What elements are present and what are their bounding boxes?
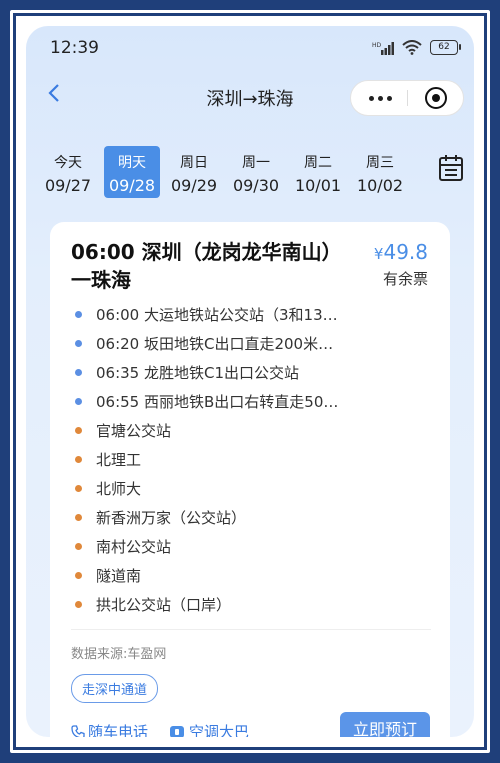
stop-text: 新香洲万家（公交站）: [96, 509, 247, 527]
boarding-dot-icon: [75, 369, 82, 376]
stop-item: 北理工: [75, 445, 415, 474]
stop-text: 06:00 大运地铁站公交站（3和13…: [96, 306, 338, 324]
battery-icon: 62: [430, 40, 461, 55]
date-tab-day: 周日: [180, 155, 208, 171]
date-tab-date: 10/01: [294, 176, 342, 195]
stop-item: 拱北公交站（口岸）: [75, 590, 415, 619]
price-value: 49.8: [383, 240, 428, 264]
wifi-icon: [402, 40, 422, 55]
card-divider: [71, 629, 431, 630]
status-time: 12:39: [50, 38, 99, 58]
alighting-dot-icon: [75, 485, 82, 492]
date-tab-day: 周三: [366, 155, 394, 171]
data-source: 数据来源:车盈网: [71, 647, 167, 662]
date-tab-day: 明天: [118, 155, 146, 171]
date-tab-date: 09/30: [232, 176, 280, 195]
date-tab-date: 09/28: [108, 176, 156, 195]
stop-text: 06:55 西丽地铁B出口右转直走50…: [96, 393, 339, 411]
stop-item: 06:35 龙胜地铁C1出口公交站: [75, 358, 415, 387]
trip-price: ¥49.8: [374, 240, 428, 264]
date-tab[interactable]: 周二 10/01: [290, 146, 346, 198]
bus-icon: [170, 725, 184, 737]
feature-bus-label: 空调大巴: [189, 723, 250, 737]
trip-card[interactable]: 06:00 深圳（龙岗龙华南山）一珠海 ¥49.8 有余票 06:00 大运地铁…: [50, 222, 450, 737]
boarding-dot-icon: [75, 398, 82, 405]
phone-screen: 12:39 HD 62 深圳→珠海 今天 09/27 明天 09/28 周日 0…: [26, 26, 474, 737]
stop-text: 06:20 坂田地铁C出口直走200米…: [96, 335, 334, 353]
stop-text: 06:35 龙胜地铁C1出口公交站: [96, 364, 300, 382]
calendar-icon[interactable]: [438, 154, 464, 182]
alighting-dot-icon: [75, 514, 82, 521]
stop-item: 06:20 坂田地铁C出口直走200米…: [75, 329, 415, 358]
feature-ac-bus: 空调大巴: [170, 721, 249, 737]
stop-item: 06:00 大运地铁站公交站（3和13…: [75, 300, 415, 329]
stop-text: 隧道南: [96, 567, 142, 585]
stop-text: 拱北公交站（口岸）: [96, 596, 232, 614]
stop-text: 北师大: [96, 480, 142, 498]
date-tab[interactable]: 今天 09/27: [40, 146, 96, 198]
stop-item: 南村公交站: [75, 532, 415, 561]
stop-list: 06:00 大运地铁站公交站（3和13… 06:20 坂田地铁C出口直走200米…: [75, 300, 415, 619]
stop-item: 06:55 西丽地铁B出口右转直走50…: [75, 387, 415, 416]
feature-phone: 随车电话: [71, 721, 148, 737]
inner-frame: 12:39 HD 62 深圳→珠海 今天 09/27 明天 09/28 周日 0…: [16, 16, 484, 747]
signal-icon: HD: [372, 41, 394, 55]
route-tag: 走深中通道: [71, 674, 159, 703]
more-icon[interactable]: [369, 96, 392, 101]
target-icon[interactable]: [425, 87, 447, 109]
alighting-dot-icon: [75, 543, 82, 550]
alighting-dot-icon: [75, 572, 82, 579]
stop-item: 北师大: [75, 474, 415, 503]
capsule-divider: [407, 90, 408, 106]
stop-text: 南村公交站: [96, 538, 172, 556]
date-tab[interactable]: 周三 10/02: [352, 146, 408, 198]
alighting-dot-icon: [75, 456, 82, 463]
date-tab[interactable]: 周日 09/29: [166, 146, 222, 198]
svg-text:HD: HD: [372, 42, 382, 49]
ticket-availability: 有余票: [382, 270, 428, 288]
book-now-button[interactable]: 立即预订: [340, 712, 430, 737]
status-icons: HD 62: [372, 40, 461, 55]
stop-item: 隧道南: [75, 561, 415, 590]
boarding-dot-icon: [75, 311, 82, 318]
stop-item: 官塘公交站: [75, 416, 415, 445]
date-tab-day: 今天: [54, 155, 82, 171]
date-tab-day: 周一: [242, 155, 270, 171]
trip-title: 06:00 深圳（龙岗龙华南山）一珠海: [71, 240, 342, 292]
feature-phone-label: 随车电话: [88, 723, 149, 737]
phone-icon: [71, 724, 85, 737]
alighting-dot-icon: [75, 601, 82, 608]
boarding-dot-icon: [75, 340, 82, 347]
date-tab-selected[interactable]: 明天 09/28: [104, 146, 160, 198]
stop-text: 官塘公交站: [96, 422, 172, 440]
mini-program-capsule: [350, 80, 464, 116]
stop-text: 北理工: [96, 451, 142, 469]
alighting-dot-icon: [75, 427, 82, 434]
date-tab-day: 周二: [304, 155, 332, 171]
date-tab[interactable]: 周一 09/30: [228, 146, 284, 198]
date-tab-date: 10/02: [356, 176, 404, 195]
date-tab-date: 09/29: [170, 176, 218, 195]
date-tab-date: 09/27: [44, 176, 92, 195]
status-bar: 12:39 HD 62: [26, 26, 474, 66]
stop-item: 新香洲万家（公交站）: [75, 503, 415, 532]
nav-bar: 深圳→珠海: [26, 76, 474, 120]
